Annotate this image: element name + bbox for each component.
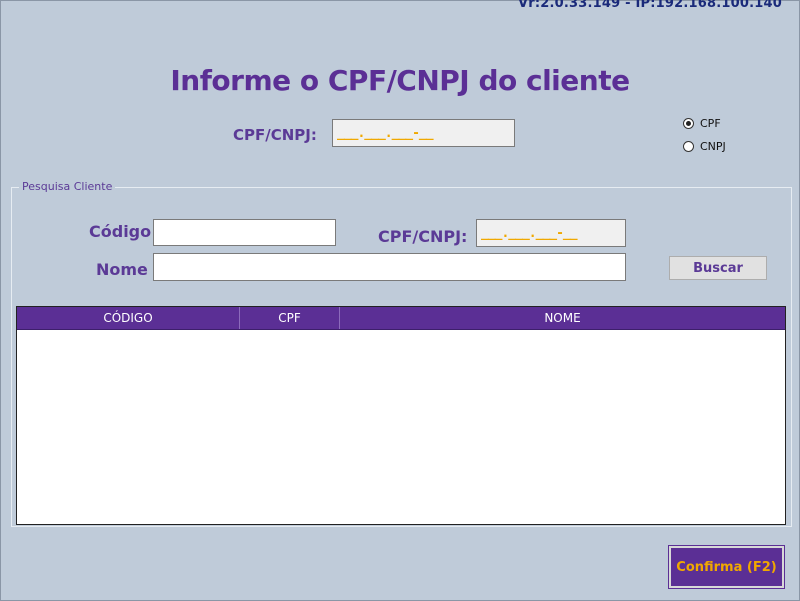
- codigo-input[interactable]: [153, 219, 336, 246]
- radio-cnpj-indicator[interactable]: [683, 141, 694, 152]
- search-cpf-cnpj-input[interactable]: ___.___.___-__: [476, 219, 626, 247]
- column-header-nome[interactable]: NOME: [340, 307, 785, 329]
- page-title: Informe o CPF/CNPJ do cliente: [170, 64, 630, 97]
- radio-cnpj-label: CNPJ: [700, 140, 726, 153]
- radio-cpf-label: CPF: [700, 117, 721, 130]
- buscar-button[interactable]: Buscar: [669, 256, 767, 280]
- search-cpf-cnpj-label: CPF/CNPJ:: [378, 227, 468, 246]
- radio-cnpj[interactable]: CNPJ: [683, 140, 726, 153]
- radio-cpf[interactable]: CPF: [683, 117, 721, 130]
- cpf-cnpj-input[interactable]: ___.___.___-__: [332, 119, 515, 147]
- column-header-cpf[interactable]: CPF: [240, 307, 340, 329]
- nome-label: Nome: [96, 260, 148, 279]
- search-group-title: Pesquisa Cliente: [19, 180, 116, 193]
- codigo-label: Código: [89, 222, 152, 241]
- nome-input[interactable]: [153, 253, 626, 281]
- cpf-cnpj-label: CPF/CNPJ:: [233, 126, 317, 144]
- results-table-header: CÓDIGO CPF NOME: [17, 307, 785, 330]
- version-info: Vr:2.0.33.149 - IP:192.168.100.140: [518, 0, 782, 11]
- results-table[interactable]: CÓDIGO CPF NOME: [16, 306, 786, 525]
- confirm-button[interactable]: Confirma (F2): [668, 545, 785, 589]
- column-header-codigo[interactable]: CÓDIGO: [17, 307, 240, 329]
- radio-cpf-indicator[interactable]: [683, 118, 694, 129]
